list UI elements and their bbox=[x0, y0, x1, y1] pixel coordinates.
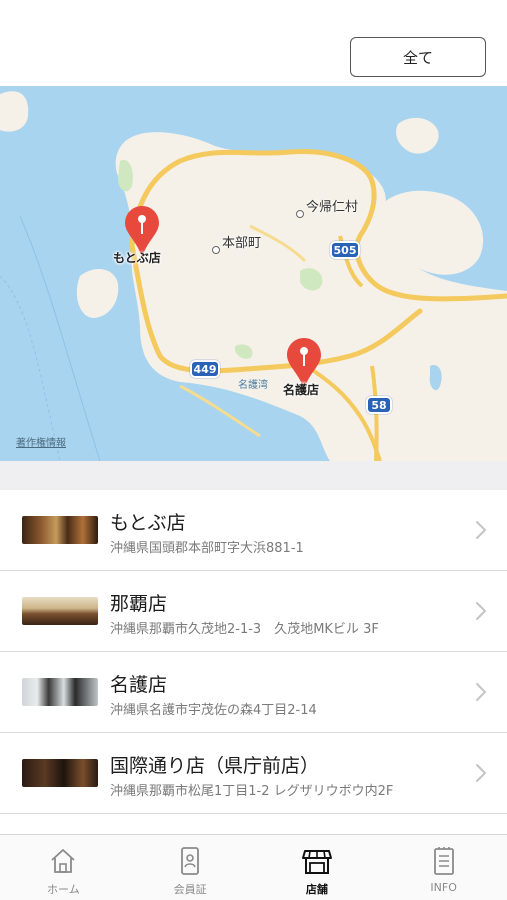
tab-home[interactable]: ホーム bbox=[0, 835, 127, 900]
info-list-icon bbox=[433, 847, 454, 875]
top-bar: 全て bbox=[0, 0, 507, 86]
store-name: 那覇店 bbox=[110, 593, 168, 615]
section-divider bbox=[0, 461, 507, 490]
route-shield-449: 449 bbox=[190, 360, 220, 378]
tab-bar: ホーム 会員証 店舗 INFO bbox=[0, 834, 507, 900]
store-address: 沖縄県那覇市松尾1丁目1-2 レグザリウボウ内2F bbox=[110, 784, 394, 799]
store-name: 名護店 bbox=[110, 674, 168, 696]
place-marker-nakijin bbox=[296, 210, 304, 218]
store-row-nago[interactable]: 名護店 沖縄県名護市宇茂佐の森4丁目2-14 bbox=[0, 652, 507, 733]
place-label-motobu: 本部町 bbox=[222, 236, 262, 251]
route-shield-505: 505 bbox=[330, 241, 360, 259]
store-list: もとぶ店 沖縄県国頭郡本部町字大浜881-1 那覇店 沖縄県那覇市久茂地2-1-… bbox=[0, 490, 507, 814]
map-legal-link[interactable]: 著作権情報 bbox=[16, 434, 66, 449]
store-address: 沖縄県国頭郡本部町字大浜881-1 bbox=[110, 541, 304, 556]
tab-label: ホーム bbox=[47, 883, 80, 896]
chevron-right-icon bbox=[476, 683, 487, 701]
tab-member-card[interactable]: 会員証 bbox=[127, 835, 254, 900]
tab-label: 会員証 bbox=[173, 883, 207, 896]
store-row-naha[interactable]: 那覇店 沖縄県那覇市久茂地2-1-3 久茂地MKビル 3F bbox=[0, 571, 507, 652]
store-address: 沖縄県那覇市久茂地2-1-3 久茂地MKビル 3F bbox=[110, 622, 379, 637]
filter-all-button[interactable]: 全て bbox=[350, 37, 486, 77]
map-graphic bbox=[0, 86, 507, 461]
store-address: 沖縄県名護市宇茂佐の森4丁目2-14 bbox=[110, 703, 317, 718]
store-photo bbox=[22, 597, 98, 625]
store-icon bbox=[301, 850, 332, 874]
place-marker-motobu bbox=[212, 246, 220, 254]
tab-info[interactable]: INFO bbox=[380, 835, 507, 900]
tab-label: INFO bbox=[430, 881, 457, 894]
chevron-right-icon bbox=[476, 764, 487, 782]
member-card-icon bbox=[181, 847, 200, 875]
chevron-right-icon bbox=[476, 521, 487, 539]
store-photo bbox=[22, 678, 98, 706]
store-name: 国際通り店（県庁前店） bbox=[110, 755, 320, 777]
water-label-nago-bay: 名護湾 bbox=[238, 380, 268, 391]
store-pin-label-motobu: もとぶ店 bbox=[113, 251, 161, 265]
store-row-motobu[interactable]: もとぶ店 沖縄県国頭郡本部町字大浜881-1 bbox=[0, 490, 507, 571]
route-shield-58: 58 bbox=[366, 396, 392, 414]
tab-label: 店舗 bbox=[305, 883, 328, 896]
store-row-kokusai[interactable]: 国際通り店（県庁前店） 沖縄県那覇市松尾1丁目1-2 レグザリウボウ内2F bbox=[0, 733, 507, 814]
chevron-right-icon bbox=[476, 602, 487, 620]
store-map[interactable]: 今帰仁村 本部町 もとぶ店 名護店 名護湾 505 449 58 著作権情報 bbox=[0, 86, 507, 461]
store-photo bbox=[22, 516, 98, 544]
place-label-nakijin: 今帰仁村 bbox=[306, 200, 359, 215]
store-pin-label-nago: 名護店 bbox=[283, 383, 320, 397]
store-name: もとぶ店 bbox=[110, 512, 186, 534]
tab-stores[interactable]: 店舗 bbox=[254, 835, 381, 900]
store-photo bbox=[22, 759, 98, 787]
home-icon bbox=[51, 849, 75, 873]
